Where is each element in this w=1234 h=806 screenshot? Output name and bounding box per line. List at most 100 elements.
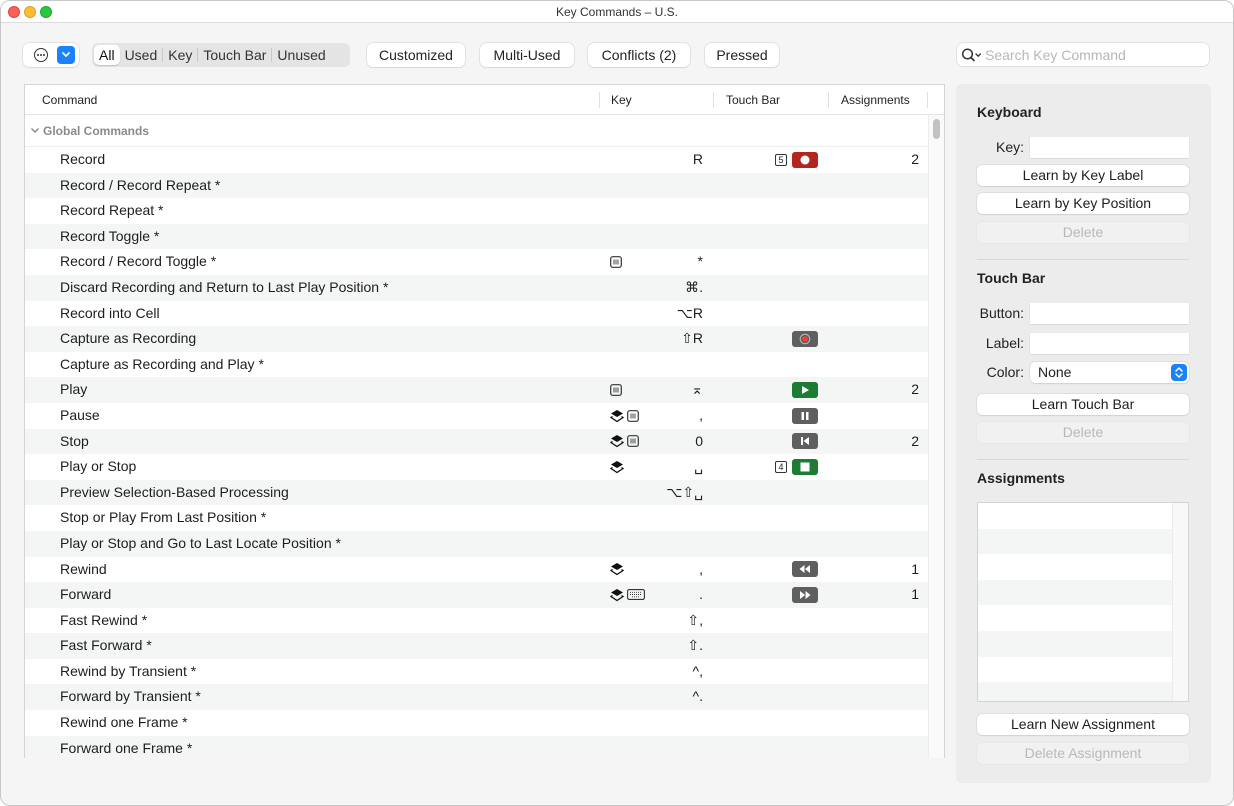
command-name: Play xyxy=(60,381,88,398)
table-row[interactable]: Capture as Recording and Play * xyxy=(25,352,929,378)
command-name: Stop or Play From Last Position * xyxy=(60,509,267,526)
command-name: Capture as Recording xyxy=(60,330,197,347)
column-divider[interactable] xyxy=(599,92,600,108)
assignments-scrollbar[interactable] xyxy=(1172,503,1188,701)
action-menu-button[interactable] xyxy=(23,43,79,67)
command-name: Play or Stop xyxy=(60,458,137,475)
scrollbar-thumb[interactable] xyxy=(933,119,940,139)
column-divider[interactable] xyxy=(713,92,714,108)
conflicts-button[interactable]: Conflicts (2) xyxy=(588,43,690,67)
touch-bar-label-field[interactable] xyxy=(1030,333,1189,354)
filter-unused[interactable]: Unused xyxy=(272,45,330,65)
record-icon xyxy=(792,151,818,168)
chevron-down-icon[interactable] xyxy=(57,46,75,64)
list-item[interactable] xyxy=(978,554,1188,580)
pressed-button[interactable]: Pressed xyxy=(705,43,779,67)
filter-key[interactable]: Key xyxy=(163,45,197,65)
table-row[interactable]: Preview Selection-Based Processing ⌥⇧␣ xyxy=(25,479,929,506)
touch-bar-assignment xyxy=(792,377,818,403)
multi-used-button[interactable]: Multi-Used xyxy=(480,43,574,67)
list-item[interactable] xyxy=(978,682,1188,701)
key-field[interactable] xyxy=(1030,137,1189,158)
search-input[interactable] xyxy=(985,45,1200,64)
search-icon[interactable] xyxy=(961,47,983,63)
column-header-command[interactable]: Command xyxy=(42,85,97,115)
key-shortcut: ⌘. xyxy=(685,278,703,295)
table-row[interactable]: Fast Forward * ⇧. xyxy=(25,633,929,659)
table-row[interactable]: Record into Cell ⌥R xyxy=(25,301,929,327)
ellipsis-circle-icon xyxy=(34,48,48,62)
filter-touch-bar[interactable]: Touch Bar xyxy=(198,45,271,65)
button-label: Button: xyxy=(979,305,1024,321)
filter-all[interactable]: All xyxy=(94,45,120,65)
table-row[interactable]: Pause, xyxy=(25,403,929,429)
customized-button[interactable]: Customized xyxy=(367,43,465,67)
keyboard-delete-button[interactable]: Delete xyxy=(977,222,1189,243)
table-row[interactable]: Discard Recording and Return to Last Pla… xyxy=(25,274,929,301)
table-row[interactable]: Record R 5 2 xyxy=(25,147,929,173)
table-row[interactable]: Rewind by Transient * ^, xyxy=(25,659,929,685)
learn-touch-bar-button[interactable]: Learn Touch Bar xyxy=(977,394,1189,415)
table-row[interactable]: Record Repeat * xyxy=(25,198,929,224)
command-name: Pause xyxy=(60,406,100,423)
table-row[interactable]: Play or Stop ␣ 4 xyxy=(25,454,929,480)
column-header-key[interactable]: Key xyxy=(611,85,632,115)
assignments-list[interactable] xyxy=(977,502,1189,702)
touch-bar-assignment xyxy=(792,582,818,608)
list-item[interactable] xyxy=(978,579,1188,606)
key-label: Key: xyxy=(995,139,1024,155)
list-item[interactable] xyxy=(978,605,1188,631)
section-divider xyxy=(977,459,1189,460)
key-shortcut: . xyxy=(699,586,703,603)
learn-by-key-position-button[interactable]: Learn by Key Position xyxy=(977,193,1189,214)
touch-bar-delete-button[interactable]: Delete xyxy=(977,422,1189,443)
assignments-section-title: Assignments xyxy=(977,470,1065,486)
table-row[interactable]: Rewind, 1 xyxy=(25,557,929,583)
search-field[interactable] xyxy=(957,43,1209,66)
key-modifier-icons xyxy=(610,377,622,403)
list-item[interactable] xyxy=(978,630,1188,657)
table-row[interactable]: Play or Stop and Go to Last Locate Posit… xyxy=(25,530,929,557)
table-row[interactable]: Capture as Recording ⇧R xyxy=(25,326,929,352)
learn-by-key-label-button[interactable]: Learn by Key Label xyxy=(977,165,1189,186)
command-name: Record Repeat * xyxy=(60,202,164,219)
numpad-icon xyxy=(610,256,622,269)
column-header-assignments[interactable]: Assignments xyxy=(841,85,910,115)
command-name: Stop xyxy=(60,432,89,449)
command-name: Forward one Frame * xyxy=(60,739,193,756)
column-header-touch-bar[interactable]: Touch Bar xyxy=(726,85,780,115)
disclosure-chevron-icon[interactable] xyxy=(30,127,40,135)
section-divider xyxy=(977,259,1189,260)
table-row[interactable]: Record / Record Toggle * * xyxy=(25,249,929,275)
table-row[interactable]: Stop or Play From Last Position * xyxy=(25,505,929,531)
table-row[interactable]: Rewind one Frame * xyxy=(25,710,929,736)
touch-bar-assignment xyxy=(792,557,818,583)
key-shortcut: R xyxy=(692,151,703,167)
key-shortcut: , xyxy=(699,560,703,577)
learn-new-assignment-button[interactable]: Learn New Assignment xyxy=(977,714,1189,735)
key-shortcut: , xyxy=(699,406,703,423)
table-row[interactable]: Record Toggle * xyxy=(25,223,929,250)
label-label: Label: xyxy=(985,335,1024,351)
key-shortcut: ␣ xyxy=(694,458,703,475)
table-row[interactable]: Forward by Transient * ^. xyxy=(25,684,929,711)
column-divider[interactable] xyxy=(828,92,829,108)
table-row[interactable]: Play ⌅ 2 xyxy=(25,377,929,403)
touch-bar-button-field[interactable] xyxy=(1030,303,1189,324)
group-row-global-commands[interactable]: Global Commands xyxy=(25,115,929,147)
table-row[interactable]: Stop 0 2 xyxy=(25,428,929,455)
table-row[interactable]: Record / Record Repeat * xyxy=(25,172,929,199)
table-row[interactable]: Forward. 1 xyxy=(25,582,929,608)
list-item[interactable] xyxy=(978,503,1188,529)
list-item[interactable] xyxy=(978,528,1188,555)
numpad-icon xyxy=(610,384,622,397)
column-divider[interactable] xyxy=(927,92,928,108)
list-item[interactable] xyxy=(978,657,1188,683)
filter-used[interactable]: Used xyxy=(120,45,163,65)
table-scrollbar[interactable] xyxy=(928,115,944,758)
table-row[interactable]: Forward one Frame * xyxy=(25,735,929,758)
delete-assignment-button[interactable]: Delete Assignment xyxy=(977,743,1189,764)
color-select[interactable]: None xyxy=(1030,362,1189,383)
table-row[interactable]: Fast Rewind * ⇧, xyxy=(25,608,929,634)
color-select-value: None xyxy=(1038,364,1072,380)
